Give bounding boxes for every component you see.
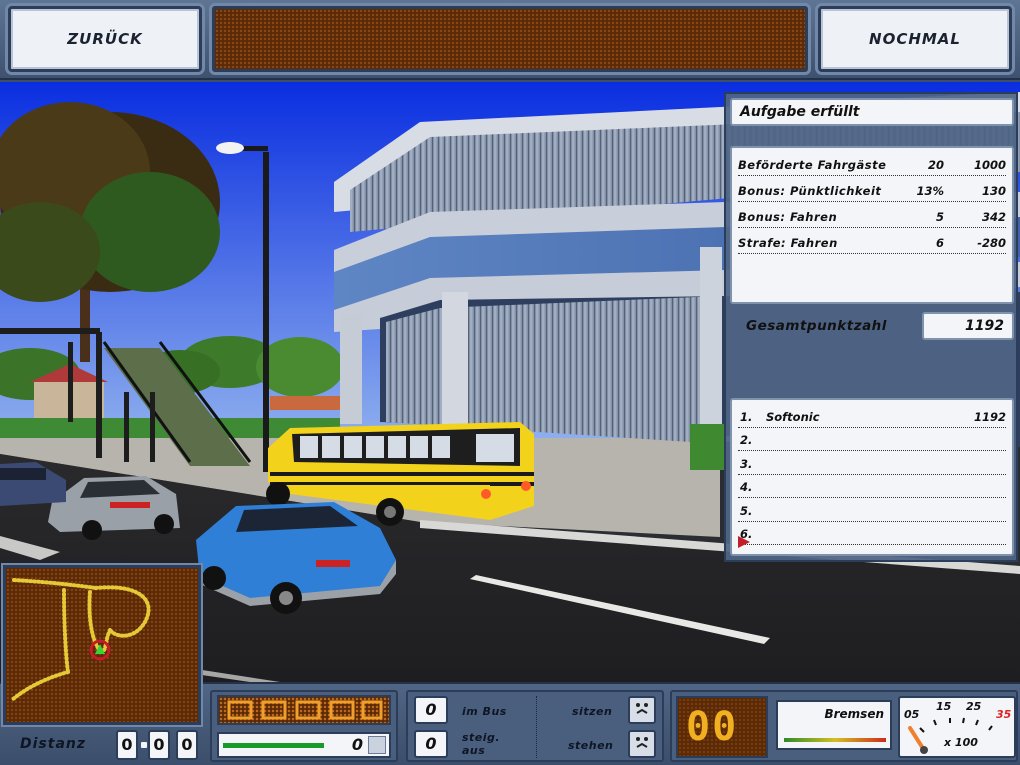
highscore-row: 1. Softonic 1192 <box>738 404 1006 428</box>
brake-gauge: Bremsen <box>776 700 892 750</box>
score-row-count: 6 <box>935 236 944 250</box>
face-glyph <box>636 737 648 748</box>
highscore-row: 3. <box>738 451 1006 475</box>
highscore-row: 5. <box>738 498 1006 522</box>
highscore-row: 2. <box>738 428 1006 451</box>
score-row-points: 342 <box>981 210 1006 224</box>
in-bus-count: 0 <box>414 696 448 724</box>
highscore-rank: 5. <box>740 503 753 518</box>
highscore-score: 1192 <box>973 409 1006 424</box>
highscore-rank: 1. <box>740 409 753 424</box>
face-glyph <box>636 703 648 714</box>
tachometer: 05 15 25 35 x 100 <box>898 696 1016 758</box>
score-row-count: 5 <box>935 210 944 224</box>
in-bus-label: im Bus <box>462 705 507 718</box>
total-score-label: Gesamtpunktzahl <box>746 318 887 334</box>
standing-label: stehen <box>568 739 614 752</box>
passenger-panel: 0 im Bus 0 steig. aus sitzen stehen <box>406 690 664 762</box>
speed-value: 0 <box>351 735 363 754</box>
score-row: Bonus: Fahren 5 342 <box>738 206 1006 228</box>
distance-digit: 0 <box>148 730 170 760</box>
brake-scale <box>784 738 886 742</box>
score-row-count: 20 <box>927 158 944 172</box>
highscore-rank: 2. <box>740 433 753 447</box>
passenger-divider <box>536 696 537 758</box>
score-row-points: 130 <box>981 184 1006 198</box>
message-led-display <box>212 6 808 72</box>
highscore-row: 6. <box>738 522 1006 545</box>
distance-label: Distanz <box>20 736 87 752</box>
highscore-list: 1. Softonic 1192 2. 3. 4. 5. 6. <box>730 398 1014 556</box>
brake-label: Bremsen <box>824 707 884 721</box>
highscore-rank: 4. <box>740 480 753 494</box>
passenger-face-icon <box>628 696 656 724</box>
minimap <box>3 565 201 725</box>
score-row-points: -280 <box>977 236 1006 250</box>
distance-separator <box>141 742 147 748</box>
distance-digit: 0 <box>176 730 198 760</box>
score-breakdown: Beförderte Fahrgäste 20 1000 Bonus: Pünk… <box>730 146 1014 304</box>
gear-led-display <box>217 695 391 725</box>
seated-label: sitzen <box>572 705 613 718</box>
task-result-title: Aufgabe erfüllt <box>730 98 1014 126</box>
highscore-name: Softonic <box>766 409 820 424</box>
gear-segments <box>227 700 383 720</box>
score-row-count: 13% <box>916 184 944 198</box>
score-row-label: Bonus: Fahren <box>738 210 838 224</box>
back-button[interactable]: ZURÜCK <box>8 6 202 72</box>
score-row: Bonus: Pünktlichkeit 13% 130 <box>738 180 1006 202</box>
speed-bar-fill <box>223 743 324 748</box>
top-bar: ZURÜCK NOCHMAL <box>0 0 1020 80</box>
dashboard-panel: 00 Bremsen 05 15 25 35 x 100 <box>670 690 1018 762</box>
score-row: Strafe: Fahren 6 -280 <box>738 232 1006 254</box>
score-row-label: Bonus: Pünktlichkeit <box>738 184 882 198</box>
result-panel: Aufgabe erfüllt Beförderte Fahrgäste 20 … <box>724 92 1018 562</box>
boarding-count: 0 <box>414 730 448 758</box>
passenger-face-icon <box>628 730 656 758</box>
speed-panel: 0 <box>210 690 398 762</box>
red-triangle-cursor-icon <box>738 536 750 548</box>
highscore-row: 4. <box>738 475 1006 498</box>
boarding-label: steig. <box>462 731 501 744</box>
retry-button[interactable]: NOCHMAL <box>818 6 1012 72</box>
alighting-label: aus <box>462 744 486 757</box>
route-map <box>10 578 151 702</box>
total-score-value: 1192 <box>922 312 1014 340</box>
speed-bar: 0 <box>217 732 391 758</box>
highscore-rank: 3. <box>740 456 753 471</box>
score-row-label: Strafe: Fahren <box>738 236 838 250</box>
speed-bar-end <box>368 736 386 754</box>
distance-digit: 0 <box>116 730 138 760</box>
score-row: Beförderte Fahrgäste 20 1000 <box>738 154 1006 176</box>
tacho-unit-label: x 100 <box>944 736 978 749</box>
score-row-points: 1000 <box>973 158 1006 172</box>
gear-counter-display: 00 <box>676 696 768 758</box>
score-row-label: Beförderte Fahrgäste <box>738 158 887 172</box>
